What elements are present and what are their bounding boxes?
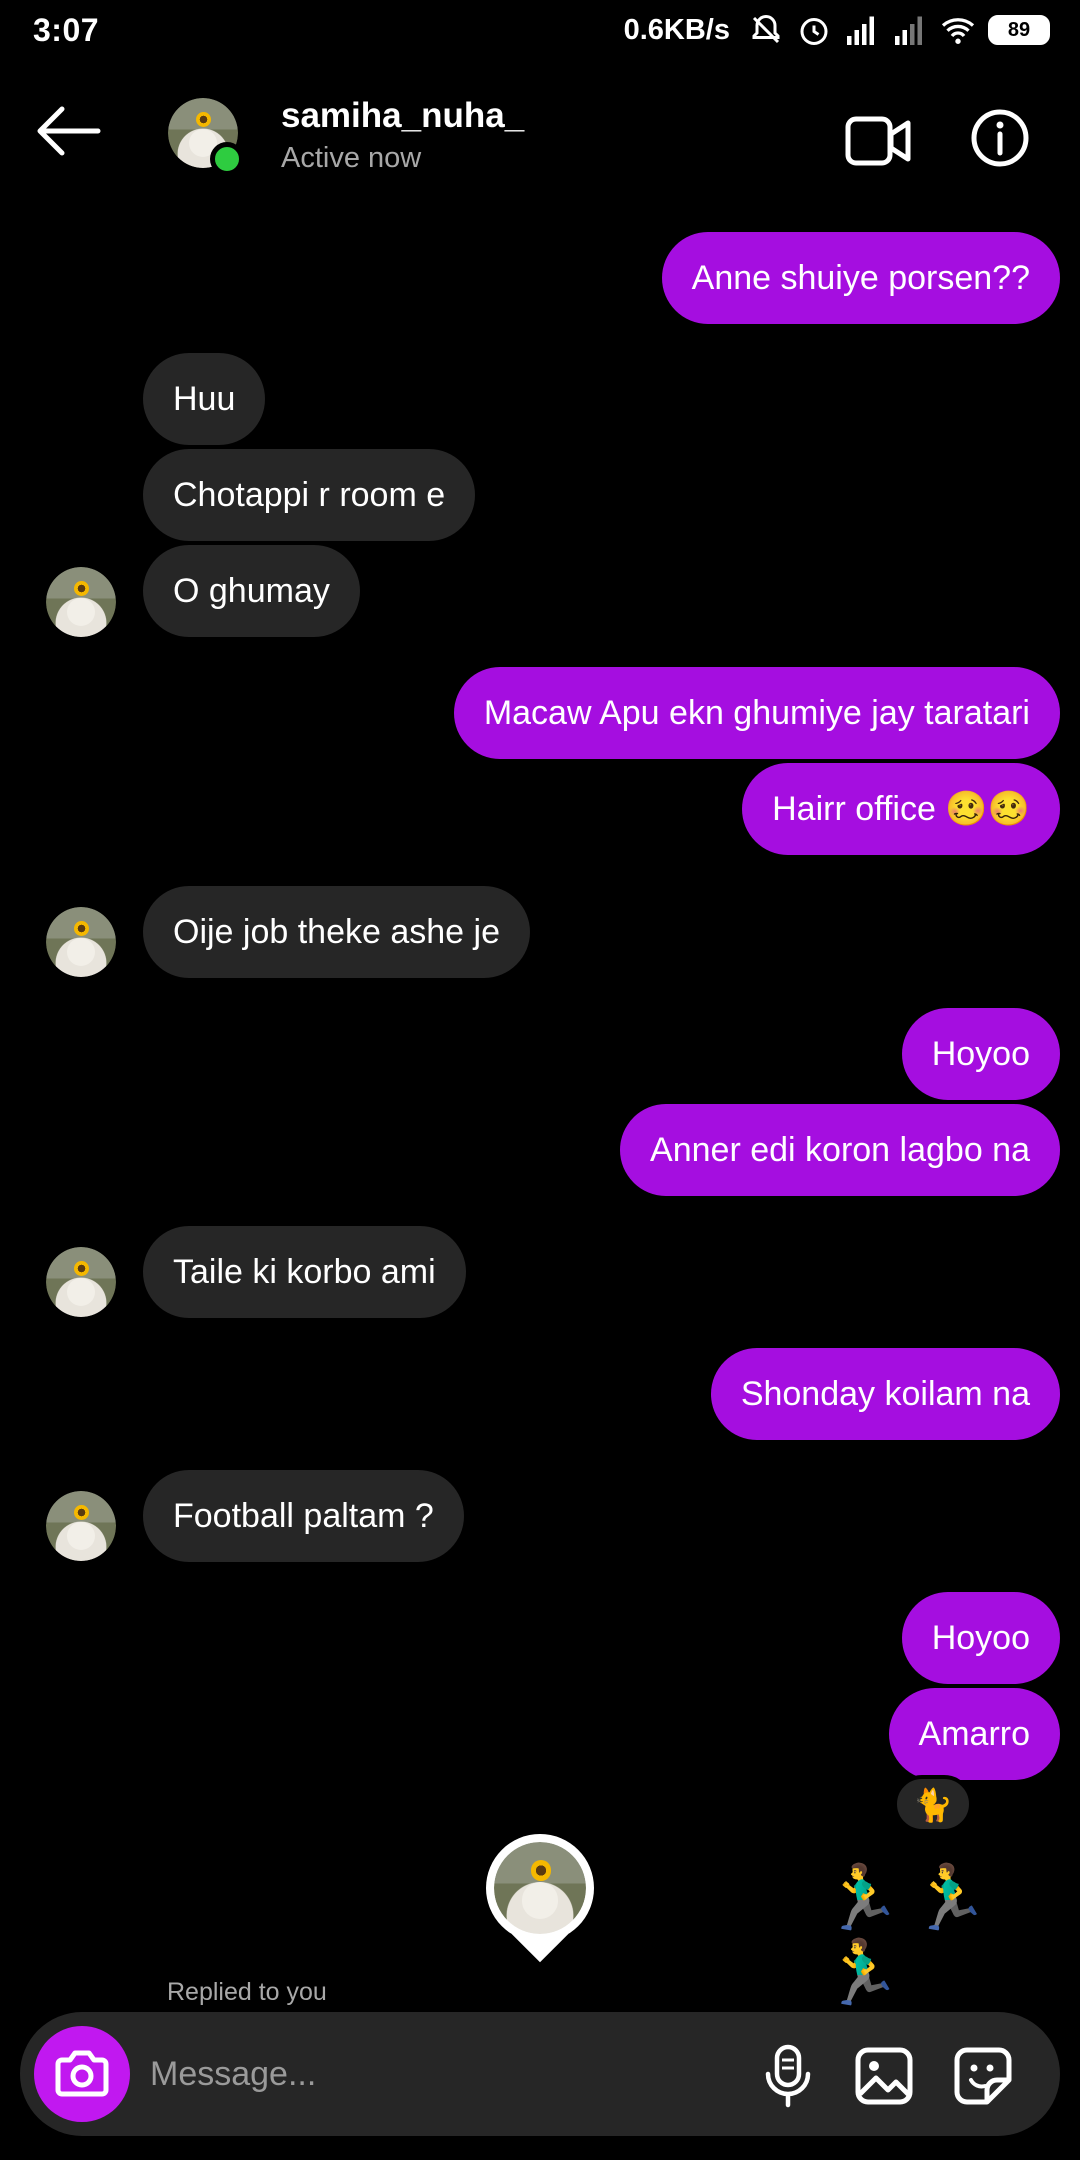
message-bubble-outgoing[interactable]: Hoyoo	[901, 1592, 1060, 1684]
message-bubble-incoming[interactable]: Huu	[143, 353, 266, 445]
microphone-icon[interactable]	[758, 2044, 818, 2108]
message-composer	[20, 2012, 1060, 2136]
message-bubble-outgoing[interactable]: Hoyoo	[901, 1008, 1060, 1100]
active-status: Active now	[281, 142, 422, 174]
status-time: 3:07	[33, 12, 100, 48]
sticker-icon[interactable]	[953, 2046, 1013, 2106]
message-bubble-incoming[interactable]: Chotappi r room e	[143, 449, 476, 541]
message-bubble-outgoing[interactable]: Shonday koilam na	[710, 1348, 1060, 1440]
message-bubble-outgoing[interactable]: Anner edi koron lagbo na	[620, 1104, 1060, 1196]
message-bubble-outgoing[interactable]: Anne shuiye porsen??	[661, 232, 1060, 324]
avatar[interactable]	[46, 567, 116, 637]
alarm-icon	[800, 18, 828, 45]
message-bubble-incoming[interactable]: O ghumay	[143, 545, 360, 637]
avatar[interactable]	[46, 1247, 116, 1317]
runner-emoji-message[interactable]: 🏃‍♂️🏃‍♂️🏃‍♂️	[822, 1860, 1080, 2010]
info-icon[interactable]	[970, 108, 1030, 168]
signal-icon	[847, 16, 874, 45]
message-bubble-outgoing[interactable]: Macaw Apu ekn ghumiye jay taratari	[453, 667, 1060, 759]
gallery-icon[interactable]	[854, 2046, 914, 2106]
mute-bell-icon	[752, 14, 780, 44]
back-arrow-icon[interactable]	[36, 106, 102, 156]
message-input[interactable]	[150, 2042, 740, 2106]
signal-icon	[895, 16, 922, 45]
message-bubble-incoming[interactable]: Oije job theke ashe je	[143, 886, 530, 978]
avatar[interactable]	[46, 907, 116, 977]
camera-button[interactable]	[34, 2026, 130, 2122]
chat-username[interactable]: samiha_nuha_	[281, 96, 524, 136]
status-icons: 0.6KB/s 89	[624, 12, 1050, 48]
camera-icon	[55, 2050, 109, 2097]
message-reaction[interactable]: 🐈	[893, 1775, 973, 1833]
message-bubble-outgoing[interactable]: Hairr office 🥴🥴	[742, 763, 1060, 855]
chat-header: samiha_nuha_ Active now	[0, 62, 1080, 212]
network-speed: 0.6KB/s	[623, 13, 730, 46]
avatar[interactable]	[46, 1491, 116, 1561]
seen-avatar-pin	[486, 1834, 594, 1963]
message-bubble-outgoing[interactable]: Amarro	[888, 1688, 1060, 1780]
status-bar: 3:07 0.6KB/s 89	[0, 0, 1080, 62]
wifi-icon	[941, 18, 975, 44]
replied-label: Replied to you	[167, 1978, 327, 2006]
battery-icon: 89	[988, 15, 1050, 45]
message-bubble-incoming[interactable]: Taile ki korbo ami	[143, 1226, 466, 1318]
online-indicator	[210, 142, 244, 176]
message-bubble-incoming[interactable]: Football paltam ?	[143, 1470, 464, 1562]
video-call-icon[interactable]	[845, 114, 911, 168]
